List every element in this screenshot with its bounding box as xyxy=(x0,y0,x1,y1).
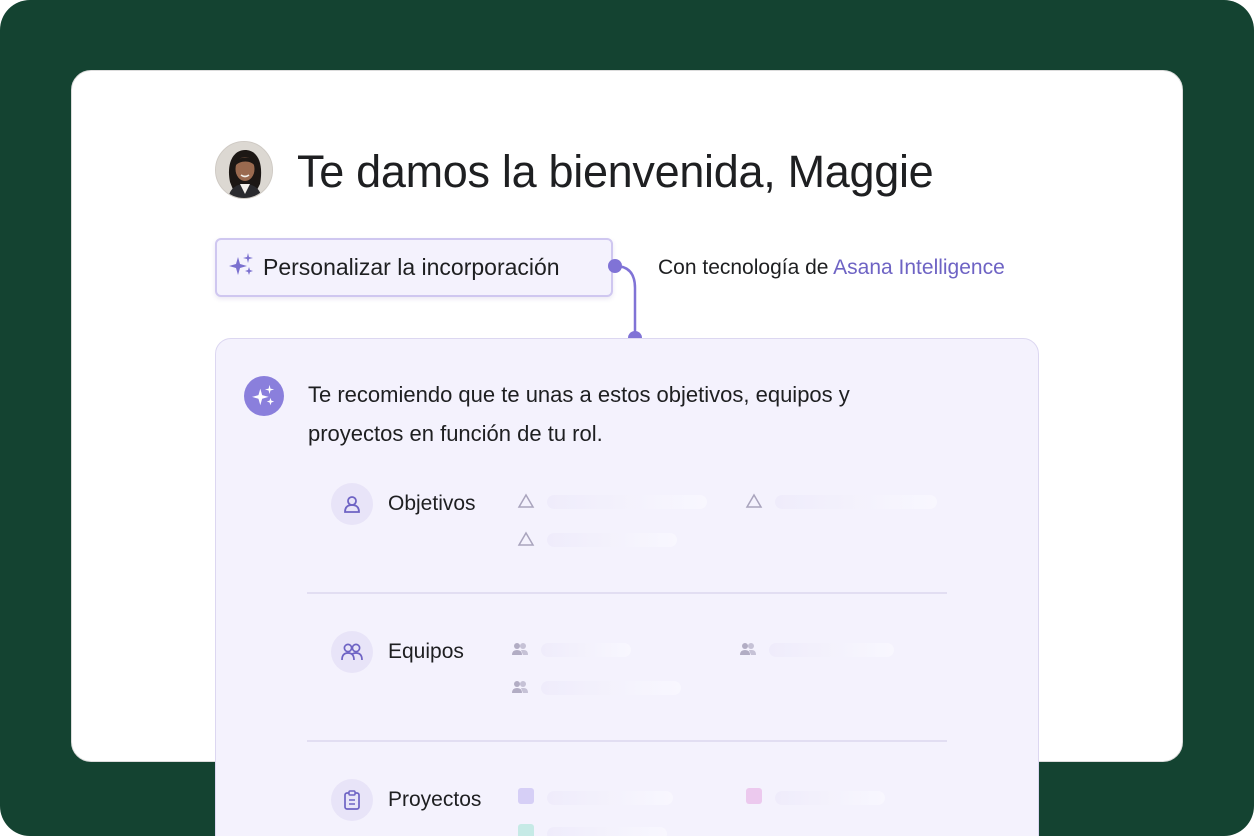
page-title: Te damos la bienvenida, Maggie xyxy=(297,146,934,197)
triangle-icon xyxy=(517,531,535,552)
project-color-square xyxy=(517,787,535,810)
powered-by-prefix: Con tecnología de xyxy=(658,256,829,279)
goal-item[interactable] xyxy=(517,531,717,547)
goal-item[interactable] xyxy=(745,493,945,509)
project-color-square xyxy=(745,787,763,810)
recommendation-message: Te recomiendo que te unas a estos objeti… xyxy=(308,382,850,446)
triangle-icon xyxy=(517,493,535,514)
powered-by: Con tecnología de Asana Intelligence xyxy=(658,254,1005,282)
section-projects-label: Proyectos xyxy=(388,788,482,811)
project-item[interactable] xyxy=(517,823,717,836)
asana-intelligence-link[interactable]: Asana Intelligence xyxy=(833,256,1005,279)
project-item[interactable] xyxy=(745,788,945,805)
ai-sparkles-icon xyxy=(244,376,284,416)
project-item[interactable] xyxy=(517,788,717,805)
team-icon xyxy=(331,631,373,673)
people-icon xyxy=(511,679,529,700)
team-item[interactable] xyxy=(511,681,711,695)
personalize-onboarding-label: Personalizar la incorporación xyxy=(263,254,560,280)
goal-icon xyxy=(331,483,373,525)
section-divider xyxy=(307,740,947,742)
section-teams-label: Equipos xyxy=(388,640,464,663)
people-icon xyxy=(511,641,529,662)
triangle-icon xyxy=(745,493,763,514)
user-avatar xyxy=(215,141,273,199)
goal-item[interactable] xyxy=(517,493,717,509)
sparkles-icon xyxy=(229,252,255,283)
team-item[interactable] xyxy=(511,643,711,657)
connector-line xyxy=(608,259,642,345)
recommendation-panel: Te recomiendo que te unas a estos objeti… xyxy=(215,338,1039,836)
section-divider xyxy=(307,592,947,594)
project-color-square xyxy=(517,823,535,836)
team-item[interactable] xyxy=(739,643,939,657)
project-clipboard-icon xyxy=(331,779,373,821)
section-goals-label: Objetivos xyxy=(388,492,476,515)
people-icon xyxy=(739,641,757,662)
personalize-onboarding-button[interactable]: Personalizar la incorporación xyxy=(215,238,613,297)
